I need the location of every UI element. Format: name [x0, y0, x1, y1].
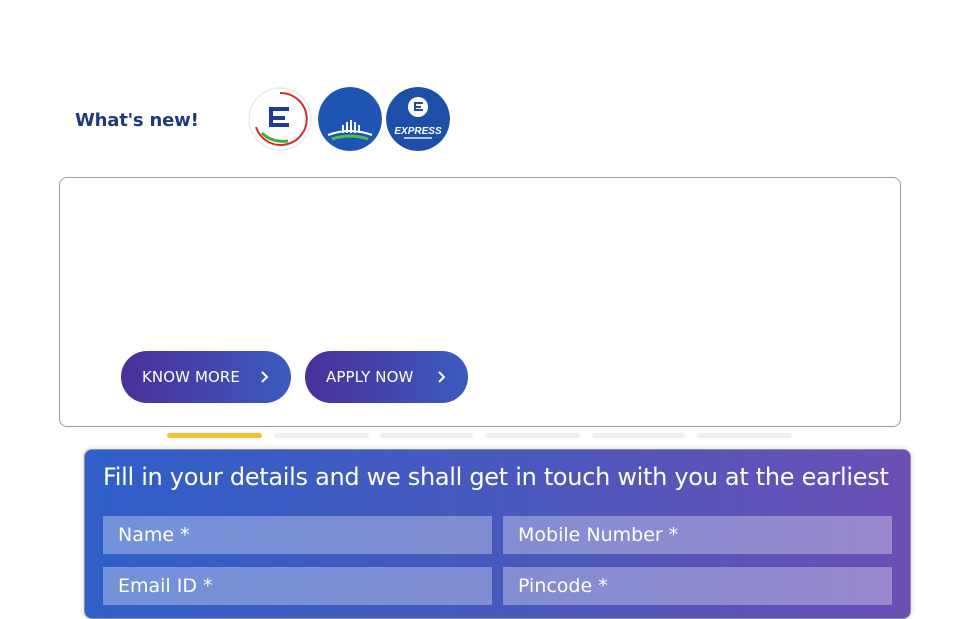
- know-more-label: KNOW MORE: [142, 368, 241, 386]
- name-field[interactable]: Name *: [103, 516, 492, 554]
- carousel-dot[interactable]: [167, 433, 262, 438]
- svg-text:EXPRESS: EXPRESS: [394, 126, 442, 137]
- mobile-number-field[interactable]: Mobile Number *: [503, 516, 892, 554]
- carousel-dot[interactable]: [592, 433, 685, 438]
- promo-banner: KNOW MORE APPLY NOW: [59, 177, 901, 427]
- email-field[interactable]: Email ID *: [103, 567, 492, 605]
- know-more-button[interactable]: KNOW MORE: [121, 351, 291, 403]
- chevron-right-icon: [438, 371, 446, 383]
- carousel-dot[interactable]: [274, 433, 369, 438]
- carousel-indicators: [0, 433, 960, 443]
- contact-form: Fill in your details and we shall get in…: [84, 449, 911, 619]
- apply-now-button[interactable]: APPLY NOW: [305, 351, 468, 403]
- carousel-dot[interactable]: [485, 433, 580, 438]
- carousel-dot[interactable]: [697, 433, 792, 438]
- e-logo-circle-icon[interactable]: [248, 87, 312, 151]
- pincode-field[interactable]: Pincode *: [503, 567, 892, 605]
- carousel-dot[interactable]: [380, 433, 473, 438]
- express-logo-icon[interactable]: EXPRESS: [386, 87, 450, 151]
- apply-now-label: APPLY NOW: [326, 368, 414, 386]
- form-heading: Fill in your details and we shall get in…: [103, 463, 889, 491]
- bridge-logo-icon[interactable]: [318, 87, 382, 151]
- chevron-right-icon: [261, 371, 269, 383]
- whats-new-title: What's new!: [75, 110, 199, 131]
